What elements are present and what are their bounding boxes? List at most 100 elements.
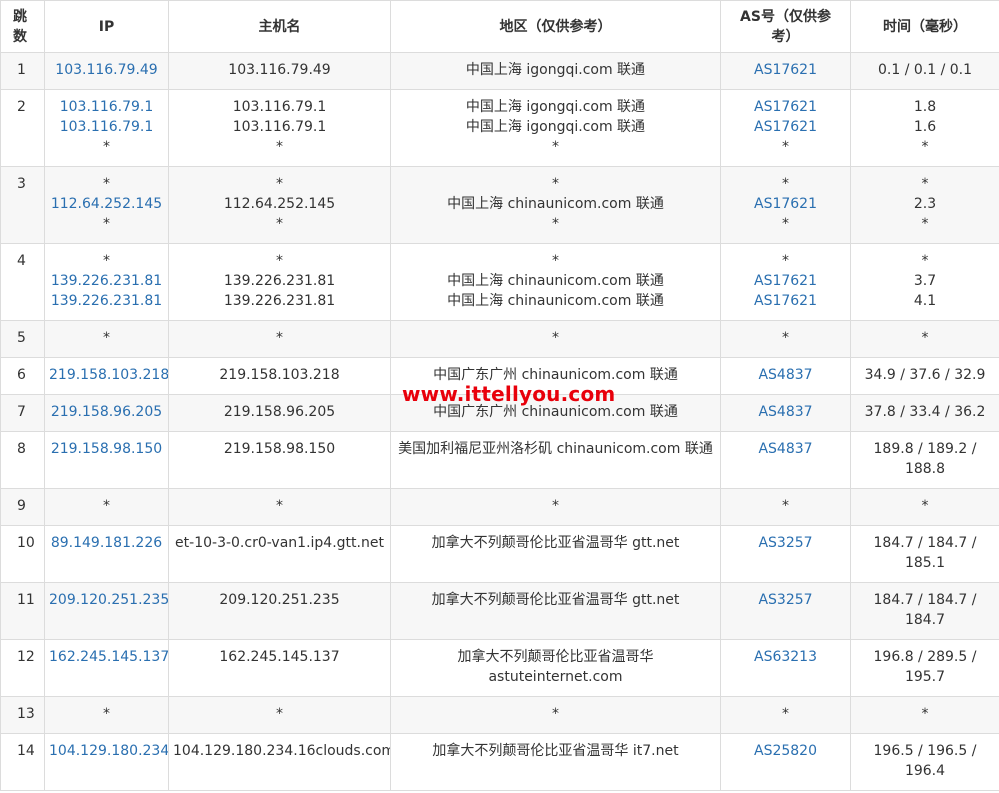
ip-value: * <box>103 253 110 269</box>
ip-value[interactable]: 103.116.79.1 <box>49 117 164 137</box>
hostname-cell: * 139.226.231.81 139.226.231.81 <box>168 243 391 321</box>
region-cell: 中国广东广州 chinaunicom.com 联通 <box>390 357 721 395</box>
hostname-cell: 103.116.79.1 103.116.79.1 * <box>168 89 391 167</box>
asn-value[interactable]: AS17621 <box>725 194 846 214</box>
time-cell: 34.9 / 37.6 / 32.9 <box>850 357 999 395</box>
asn-value[interactable]: AS17621 <box>725 97 846 117</box>
asn-value[interactable]: AS3257 <box>725 590 846 610</box>
hostname-cell: * <box>168 488 391 526</box>
time-cell: 1.8 1.6 * <box>850 89 999 167</box>
region-value: 中国上海 chinaunicom.com 联通 <box>447 293 664 309</box>
ip-value[interactable]: 104.129.180.234 <box>49 741 168 761</box>
time-value: 189.8 / 189.2 / <box>873 441 977 457</box>
asn-cell: AS4837 <box>720 394 851 432</box>
ip-cell: 209.120.251.235 <box>44 582 169 640</box>
ip-cell: * <box>44 488 169 526</box>
time-cell: 37.8 / 33.4 / 36.2 <box>850 394 999 432</box>
ip-value[interactable]: 112.64.252.145 <box>49 194 164 214</box>
ip-value[interactable]: 103.116.79.49 <box>49 60 164 80</box>
time-cell: 0.1 / 0.1 / 0.1 <box>850 52 999 90</box>
ip-value[interactable]: 219.158.96.205 <box>49 402 164 422</box>
ip-value[interactable]: 209.120.251.235 <box>49 590 168 610</box>
hop-cell: 9 <box>0 488 45 526</box>
region-value: 中国上海 igongqi.com 联通 <box>465 119 646 135</box>
header-time: 时间（毫秒） <box>850 0 999 53</box>
time-cell: * 3.7 4.1 <box>850 243 999 321</box>
time-value: 184.7 <box>904 612 946 628</box>
region-value: 中国上海 chinaunicom.com 联通 <box>447 273 664 289</box>
ip-value: * <box>103 216 110 232</box>
region-value: 加拿大不列颠哥伦比亚省温哥华 it7.net <box>432 743 679 759</box>
asn-value[interactable]: AS25820 <box>725 741 846 761</box>
ip-value[interactable]: 103.116.79.1 <box>49 97 164 117</box>
region-cell: * <box>390 696 721 734</box>
ip-value: * <box>103 176 110 192</box>
time-value: 2.3 <box>913 196 937 212</box>
ip-cell: 219.158.103.218 <box>44 357 169 395</box>
region-value: 加拿大不列颠哥伦比亚省温哥华 gtt.net <box>431 592 680 608</box>
time-cell: * 2.3 * <box>850 166 999 244</box>
hop-cell: 7 <box>0 394 45 432</box>
region-value: * <box>552 139 559 155</box>
asn-value[interactable]: AS63213 <box>725 647 846 667</box>
time-value: 196.8 / 289.5 / <box>873 649 977 665</box>
region-cell: 中国广东广州 chinaunicom.com 联通 <box>390 394 721 432</box>
hostname-cell: 219.158.103.218 <box>168 357 391 395</box>
time-cell: 184.7 / 184.7 / 185.1 <box>850 525 999 583</box>
host-value: * <box>276 253 283 269</box>
asn-value[interactable]: AS17621 <box>725 60 846 80</box>
region-value: * <box>552 216 559 232</box>
region-value: 中国上海 igongqi.com 联通 <box>465 62 646 78</box>
hop-cell: 14 <box>0 733 45 791</box>
time-value: 34.9 / 37.6 / 32.9 <box>864 367 986 383</box>
hostname-cell: et-10-3-0.cr0-van1.ip4.gtt.net <box>168 525 391 583</box>
time-value: * <box>921 176 929 192</box>
region-value: * <box>552 176 559 192</box>
hostname-cell: 209.120.251.235 <box>168 582 391 640</box>
region-cell: 加拿大不列颠哥伦比亚省温哥华 gtt.net <box>390 582 721 640</box>
region-value: * <box>552 706 559 722</box>
ip-cell: 219.158.98.150 <box>44 431 169 489</box>
ip-value[interactable]: 162.245.145.137 <box>49 647 168 667</box>
region-value: 中国上海 chinaunicom.com 联通 <box>447 196 664 212</box>
time-value: * <box>921 706 929 722</box>
asn-value[interactable]: AS4837 <box>725 439 846 459</box>
ip-cell: * <box>44 696 169 734</box>
hostname-cell: * 112.64.252.145 * <box>168 166 391 244</box>
hostname-cell: 104.129.180.234.16clouds.com <box>168 733 391 791</box>
asn-cell: * AS17621 * <box>720 166 851 244</box>
table-header-row: 跳数 IP 主机名 地区（仅供参考） AS号（仅供参考） 时间（毫秒） <box>0 0 999 53</box>
traceroute-table: 跳数 IP 主机名 地区（仅供参考） AS号（仅供参考） 时间（毫秒） 1 103… <box>0 0 999 791</box>
table-row: 14 104.129.180.234 104.129.180.234.16cloud… <box>0 733 999 791</box>
ip-value[interactable]: 139.226.231.81 <box>49 271 164 291</box>
asn-cell: AS4837 <box>720 357 851 395</box>
time-value: * <box>921 330 929 346</box>
asn-value[interactable]: AS17621 <box>725 117 846 137</box>
asn-value[interactable]: AS4837 <box>725 365 846 385</box>
asn-value[interactable]: AS3257 <box>725 533 846 553</box>
region-value: * <box>552 253 559 269</box>
ip-value[interactable]: 219.158.103.218 <box>49 365 168 385</box>
ip-cell: * 139.226.231.81 139.226.231.81 <box>44 243 169 321</box>
hop-cell: 13 <box>0 696 45 734</box>
asn-value[interactable]: AS17621 <box>725 291 846 311</box>
ip-value[interactable]: 89.149.181.226 <box>49 533 164 553</box>
table-row: 9 * * * * * <box>0 488 999 526</box>
ip-cell: 103.116.79.49 <box>44 52 169 90</box>
asn-value: * <box>782 330 789 346</box>
hop-cell: 12 <box>0 639 45 697</box>
region-value: * <box>552 330 559 346</box>
asn-value[interactable]: AS4837 <box>725 402 846 422</box>
asn-value[interactable]: AS17621 <box>725 271 846 291</box>
asn-cell: AS25820 <box>720 733 851 791</box>
ip-cell: * 112.64.252.145 * <box>44 166 169 244</box>
table-row: 5 * * * * * <box>0 320 999 358</box>
region-value: 中国上海 igongqi.com 联通 <box>465 99 646 115</box>
ip-value[interactable]: 219.158.98.150 <box>49 439 164 459</box>
table-row: 10 89.149.181.226 et-10-3-0.cr0-van1.ip4.g… <box>0 525 999 583</box>
time-value: 0.1 / 0.1 / 0.1 <box>877 62 973 78</box>
asn-value: * <box>782 706 789 722</box>
ip-value[interactable]: 139.226.231.81 <box>49 291 164 311</box>
time-value: * <box>921 253 929 269</box>
region-cell: 加拿大不列颠哥伦比亚省温哥华 astuteinternet.com <box>390 639 721 697</box>
